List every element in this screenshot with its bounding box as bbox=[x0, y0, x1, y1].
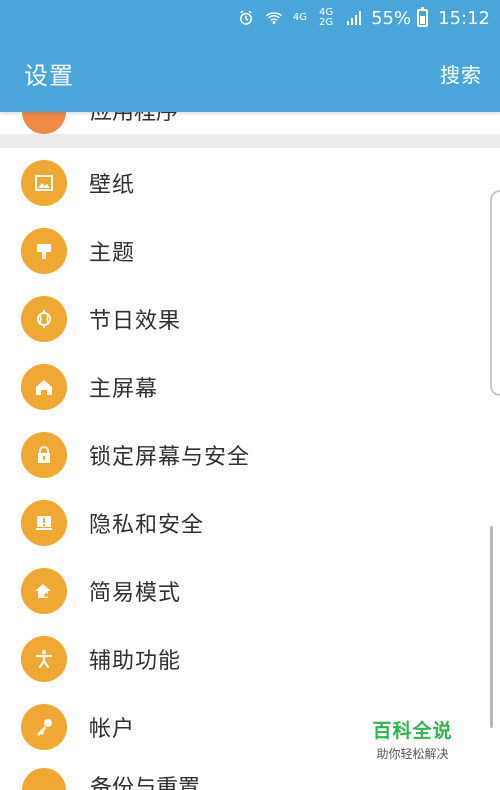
apps-icon bbox=[22, 112, 66, 134]
top-partial-label: 应用程序 bbox=[90, 112, 179, 125]
settings-item-accessibility[interactable]: 辅助功能 bbox=[0, 624, 500, 692]
signal-icon bbox=[347, 11, 362, 25]
settings-item-privacy[interactable]: 隐私和安全 bbox=[0, 488, 500, 556]
privacy-icon bbox=[21, 500, 67, 546]
bottom-partial-row[interactable]: 备份与重置 bbox=[0, 768, 500, 790]
alarm-icon bbox=[237, 9, 255, 27]
settings-item-label: 主题 bbox=[89, 241, 136, 266]
watermark-title: 百科全说 bbox=[372, 720, 453, 742]
settings-item-theme[interactable]: 主题 bbox=[0, 216, 500, 284]
settings-item-label: 帐户 bbox=[89, 717, 136, 742]
battery-percent: 55% bbox=[371, 7, 412, 29]
theme-icon bbox=[21, 228, 67, 274]
section-divider bbox=[0, 134, 500, 148]
settings-item-lock-screen[interactable]: 锁定屏幕与安全 bbox=[0, 420, 500, 488]
network-dual-label: 4G 2G bbox=[318, 7, 334, 28]
settings-item-label: 辅助功能 bbox=[89, 649, 182, 674]
settings-list: 壁纸 主题 节日效果 主屏幕 锁定屏幕与安全 隐私和安全 简易模式 辅助功能 帐… bbox=[0, 148, 500, 790]
app-bar: 设置 搜索 bbox=[0, 36, 500, 112]
page-title: 设置 bbox=[24, 62, 74, 90]
key-icon bbox=[21, 704, 67, 750]
easy-mode-icon bbox=[21, 568, 67, 614]
settings-item-festival-effect[interactable]: 节日效果 bbox=[0, 284, 500, 352]
wifi-icon bbox=[265, 9, 283, 27]
settings-item-easy-mode[interactable]: 简易模式 bbox=[0, 556, 500, 624]
network-4g-label: 4G bbox=[292, 12, 307, 23]
status-bar: 4G 4G 2G 55% 15:12 bbox=[0, 0, 500, 36]
watermark: 百科全说 助你轻松解决 bbox=[350, 704, 475, 764]
settings-screen: 4G 4G 2G 55% 15:12 设置 搜索 应用程序 壁纸 主题 节日效果… bbox=[0, 0, 500, 790]
bottom-partial-label: 备份与重置 bbox=[90, 776, 201, 790]
lantern-icon bbox=[21, 296, 67, 342]
settings-item-home-screen[interactable]: 主屏幕 bbox=[0, 352, 500, 420]
settings-item-label: 节日效果 bbox=[89, 309, 182, 334]
lock-icon bbox=[21, 432, 67, 478]
backup-icon bbox=[22, 768, 66, 790]
settings-item-label: 简易模式 bbox=[89, 581, 182, 606]
settings-item-label: 主屏幕 bbox=[89, 377, 159, 402]
top-partial-row[interactable]: 应用程序 bbox=[0, 112, 500, 134]
home-icon bbox=[21, 364, 67, 410]
settings-item-label: 隐私和安全 bbox=[89, 513, 205, 538]
settings-item-wallpaper[interactable]: 壁纸 bbox=[0, 148, 500, 216]
settings-item-label: 壁纸 bbox=[89, 173, 136, 198]
accessibility-icon bbox=[21, 636, 67, 682]
clock: 15:12 bbox=[438, 7, 490, 29]
edge-panel-handle[interactable] bbox=[490, 190, 500, 396]
settings-item-label: 锁定屏幕与安全 bbox=[89, 445, 251, 470]
battery-icon bbox=[417, 7, 429, 27]
watermark-subtitle: 助你轻松解决 bbox=[376, 747, 449, 761]
search-button[interactable]: 搜索 bbox=[440, 59, 482, 88]
wallpaper-icon bbox=[21, 160, 67, 206]
scrollbar[interactable] bbox=[490, 526, 493, 728]
